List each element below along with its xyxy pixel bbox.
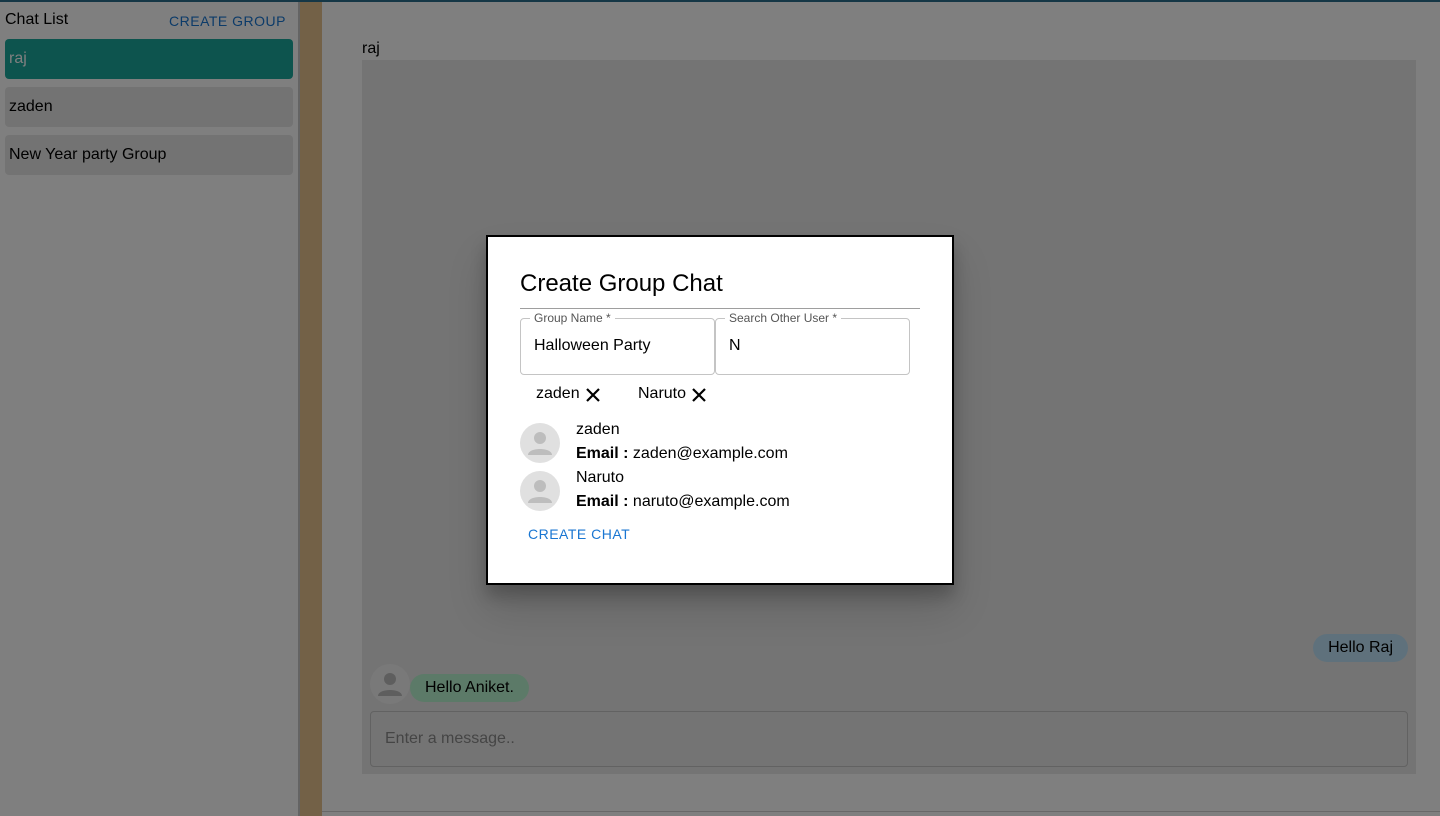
close-icon[interactable]: [584, 386, 602, 404]
user-search-result[interactable]: Naruto Email : naruto@example.com: [520, 469, 820, 519]
email-value: naruto@example.com: [632, 493, 790, 510]
email-label: Email :: [576, 445, 629, 462]
user-search-result[interactable]: zaden Email : zaden@example.com: [520, 421, 820, 471]
create-chat-button[interactable]: CREATE CHAT: [528, 526, 630, 542]
modal-title: Create Group Chat: [520, 270, 723, 297]
group-name-input[interactable]: [534, 337, 704, 355]
user-email: Email : zaden@example.com: [576, 445, 788, 463]
avatar: [520, 423, 560, 463]
chip-label: zaden: [536, 384, 580, 402]
user-icon: [528, 480, 552, 503]
close-icon[interactable]: [690, 386, 708, 404]
user-name: Naruto: [576, 469, 625, 486]
user-icon: [528, 432, 552, 455]
user-name: zaden: [576, 421, 620, 438]
selected-user-chip: zaden: [536, 383, 602, 404]
group-name-label: Group Name *: [530, 311, 615, 325]
modal-divider: [520, 308, 920, 309]
selected-user-chip: Naruto: [638, 383, 708, 404]
user-email: Email : naruto@example.com: [576, 493, 790, 511]
email-value: zaden@example.com: [632, 445, 788, 462]
group-name-field: Group Name *: [520, 311, 715, 375]
avatar: [520, 471, 560, 511]
search-user-input[interactable]: [729, 337, 899, 355]
search-user-field: Search Other User *: [715, 311, 910, 375]
chip-label: Naruto: [638, 384, 687, 402]
create-group-chat-modal: Create Group Chat Group Name * Search Ot…: [486, 235, 954, 585]
search-user-label: Search Other User *: [725, 311, 842, 325]
email-label: Email :: [576, 493, 629, 510]
